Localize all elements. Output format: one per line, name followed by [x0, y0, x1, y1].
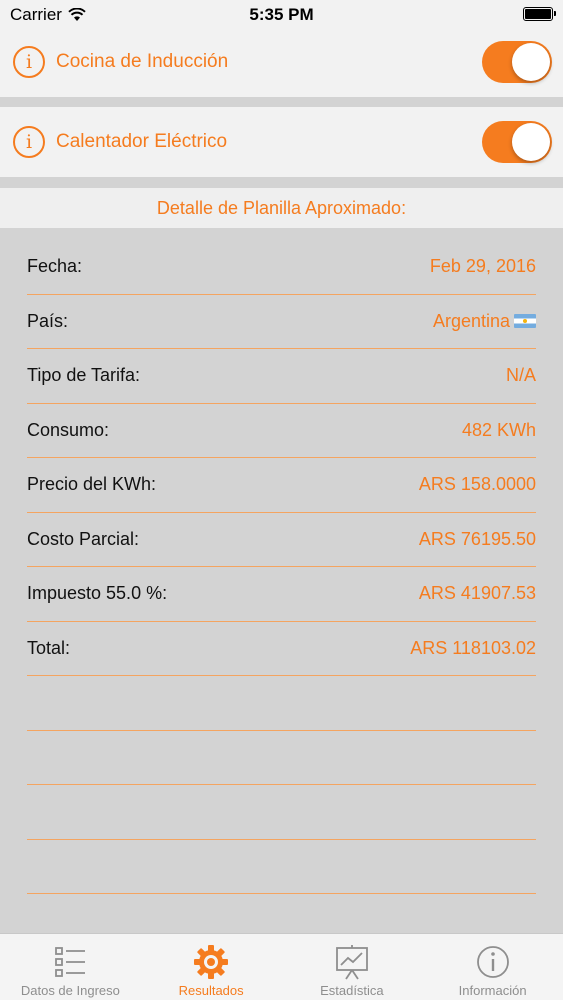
section-title: Detalle de Planilla Aproximado:: [0, 188, 563, 228]
detail-row-total: Total: ARS 118103.02: [27, 622, 536, 676]
empty-row: [27, 731, 536, 785]
detail-value: ARS 41907.53: [418, 583, 536, 603]
detail-row-pais: País: Argentina: [27, 295, 536, 349]
toggle-row-calentador: i Calentador Eléctrico: [0, 107, 563, 177]
status-bar: Carrier 5:35 PM: [0, 0, 563, 28]
detail-value: Feb 29, 2016: [429, 256, 536, 276]
detail-value: ARS 118103.02: [410, 637, 536, 658]
tab-label: Datos de Ingreso: [20, 983, 120, 998]
detail-value: ARS 76195.50: [418, 528, 536, 549]
tab-label: Estadística: [320, 983, 384, 998]
detail-key: Costo Parcial:: [27, 528, 140, 549]
detail-value: ARS 158.0000: [418, 474, 536, 494]
detail-key: Consumo:: [27, 419, 110, 440]
detail-row-impuesto: Impuesto 55.0 %: ARS 41907.53: [27, 567, 536, 622]
chart-board-icon: [335, 945, 368, 980]
detail-value: N/A: [505, 365, 536, 385]
country-name: Argentina: [432, 310, 510, 331]
tab-informacion[interactable]: Información: [422, 934, 563, 1000]
detail-row-precio: Precio del KWh: ARS 158.0000: [27, 458, 536, 513]
clock: 5:35 PM: [249, 5, 314, 24]
cocina-switch[interactable]: [482, 41, 552, 83]
detail-value: 482 KWh: [461, 419, 536, 440]
battery-icon: [523, 7, 556, 21]
toggle-row-cocina: i Cocina de Inducción: [0, 27, 563, 97]
empty-row: [27, 785, 536, 840]
detail-key: Tipo de Tarifa:: [27, 365, 141, 385]
detail-key: Impuesto 55.0 %:: [27, 583, 168, 603]
switch-knob: [512, 123, 550, 161]
tab-bar: Datos de Ingreso Resultados Estadística …: [0, 933, 563, 1000]
toggle-label: Calentador Eléctrico: [56, 131, 228, 152]
detail-key: Total:: [27, 637, 71, 658]
detail-list: Fecha: Feb 29, 2016 País: Argentina Tipo…: [0, 240, 563, 894]
tab-resultados[interactable]: Resultados: [141, 934, 282, 1000]
tab-label: Resultados: [178, 983, 244, 998]
info-icon[interactable]: i: [13, 126, 45, 158]
detail-row-fecha: Fecha: Feb 29, 2016: [27, 240, 536, 295]
switch-knob: [512, 43, 550, 81]
calentador-switch[interactable]: [482, 121, 552, 163]
detail-row-consumo: Consumo: 482 KWh: [27, 404, 536, 458]
tab-label: Información: [458, 983, 527, 998]
info-icon: [476, 946, 509, 978]
detail-key: País:: [27, 310, 69, 331]
tab-estadistica[interactable]: Estadística: [282, 934, 423, 1000]
gear-icon: [194, 945, 229, 979]
detail-key: Precio del KWh:: [27, 474, 157, 494]
tab-datos-de-ingreso[interactable]: Datos de Ingreso: [0, 934, 141, 1000]
detail-key: Fecha:: [27, 256, 83, 276]
detail-value-pais: Argentina: [433, 311, 536, 332]
empty-row: [27, 676, 536, 731]
detail-row-tarifa: Tipo de Tarifa: N/A: [27, 349, 536, 404]
detail-row-costo: Costo Parcial: ARS 76195.50: [27, 513, 536, 567]
empty-row: [27, 840, 536, 894]
list-icon: [55, 947, 86, 977]
info-icon[interactable]: i: [13, 46, 45, 78]
argentina-flag-icon: [514, 313, 536, 328]
toggle-label: Cocina de Inducción: [56, 51, 229, 72]
